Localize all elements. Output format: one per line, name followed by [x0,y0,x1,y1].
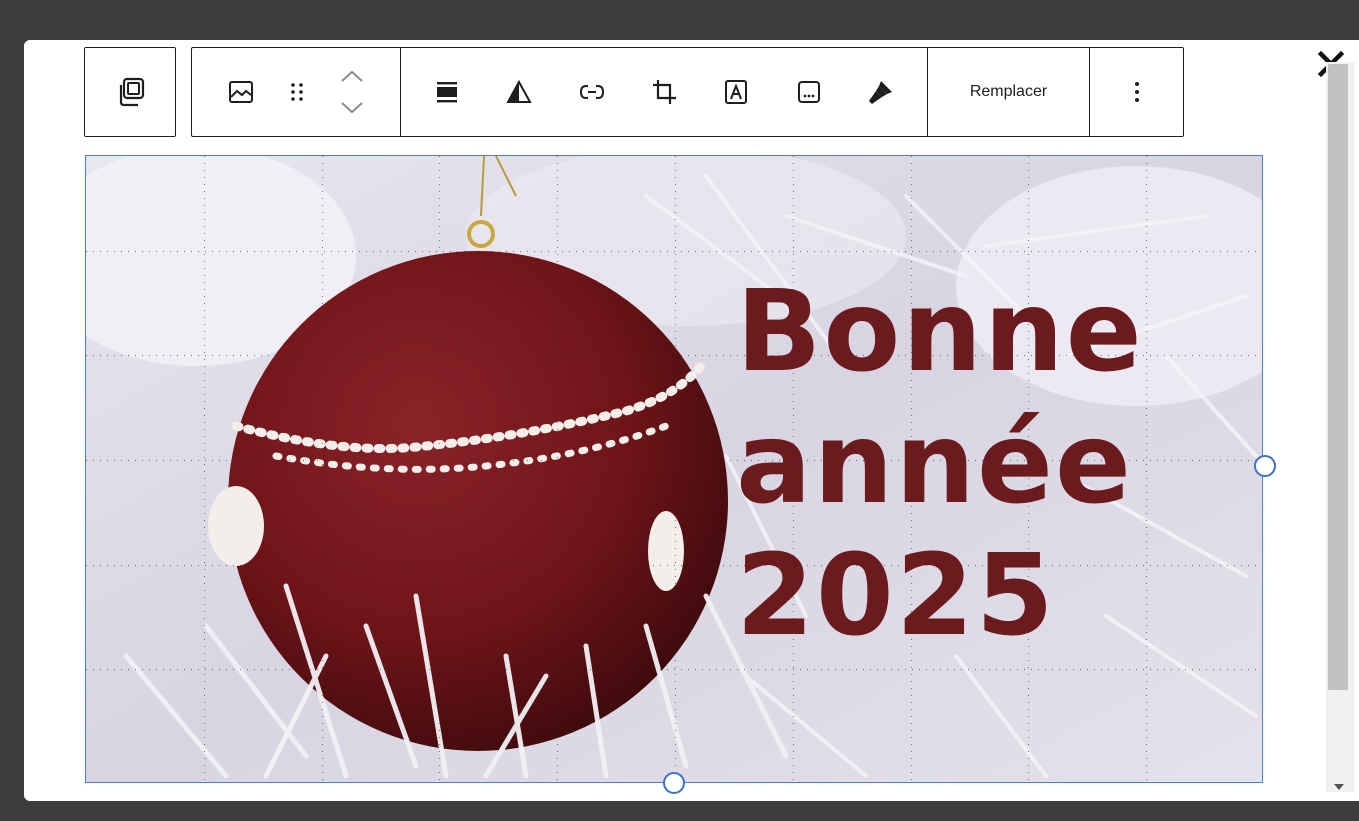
window-top-bar [0,0,1359,40]
image-block[interactable]: Bonne année 2025 [85,155,1263,783]
duotone-filter-icon [506,79,533,103]
block-toolbar-group: Remplacer [191,47,1184,137]
styles-button[interactable] [859,48,903,136]
greeting-line-2: année [736,399,1133,529]
block-tools-segment [401,48,928,136]
caption-icon [797,81,820,103]
window-bottom-bar [0,801,1359,821]
options-segment [1090,48,1183,136]
greeting-line-1: Bonne [736,267,1144,397]
scroll-down-arrow-icon[interactable] [1334,784,1344,790]
image-block-button[interactable] [192,48,290,136]
duotone-filter-button[interactable] [497,48,541,136]
paintbrush-icon [868,81,892,104]
align-icon [437,82,458,103]
crop-icon [652,80,676,104]
caption-button[interactable] [787,48,831,136]
block-type-segment [192,48,401,136]
window-left-bar [0,0,24,821]
replace-button[interactable]: Remplacer [948,48,1069,136]
move-up-down-icon [340,70,363,114]
greeting-text: Bonne année 2025 [736,266,1144,662]
more-options-icon [1134,82,1139,102]
greeting-line-3: 2025 [736,531,1056,661]
resize-handle-bottom[interactable] [663,772,685,794]
scrollbar-thumb[interactable] [1328,64,1348,690]
link-button[interactable] [570,48,614,136]
image-icon [229,81,253,103]
link-icon [579,85,604,99]
crop-button[interactable] [642,48,686,136]
text-overlay-icon [725,80,748,104]
more-options-button[interactable] [1107,48,1167,136]
drag-handle-icon [291,83,303,101]
vertical-scrollbar[interactable] [1326,62,1354,792]
replace-segment: Remplacer [928,48,1090,136]
drag-handle-button[interactable] [290,48,304,136]
move-up-down-button[interactable] [304,48,399,136]
resize-handle-right[interactable] [1254,455,1276,477]
duplicate-button[interactable] [85,48,175,136]
align-button[interactable] [425,48,469,136]
duplicate-icon [119,77,145,107]
block-switcher-group [84,47,176,137]
text-overlay-button[interactable] [714,48,758,136]
